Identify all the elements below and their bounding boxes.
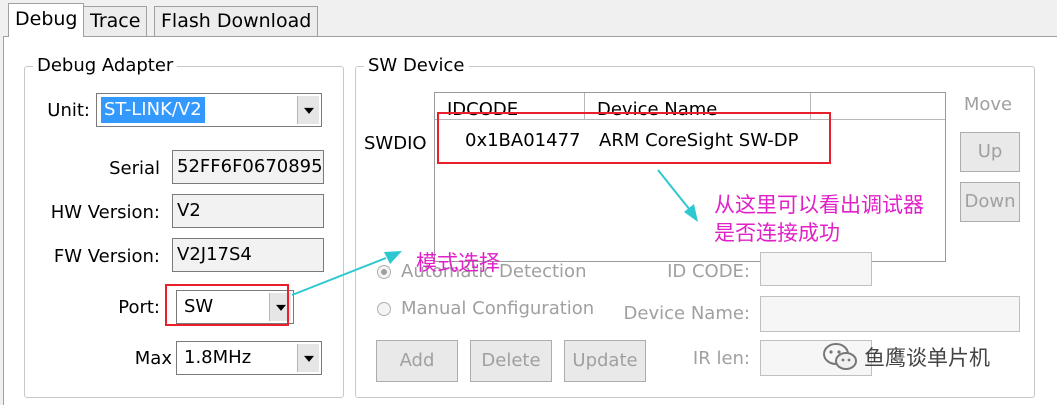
connection-arrow-line	[657, 169, 691, 211]
watermark-text: 鱼鹰谈单片机	[864, 346, 990, 370]
wechat-icon	[823, 343, 857, 370]
mode-arrow-line	[291, 257, 387, 296]
connection-annotation-line1: 从这里可以看出调试器	[714, 193, 924, 217]
mode-arrow-head	[384, 251, 402, 264]
tab-debug[interactable]: Debug	[8, 3, 85, 37]
mode-select-annotation: 模式选择	[416, 251, 500, 275]
connection-annotation-line2: 是否连接成功	[714, 221, 840, 245]
